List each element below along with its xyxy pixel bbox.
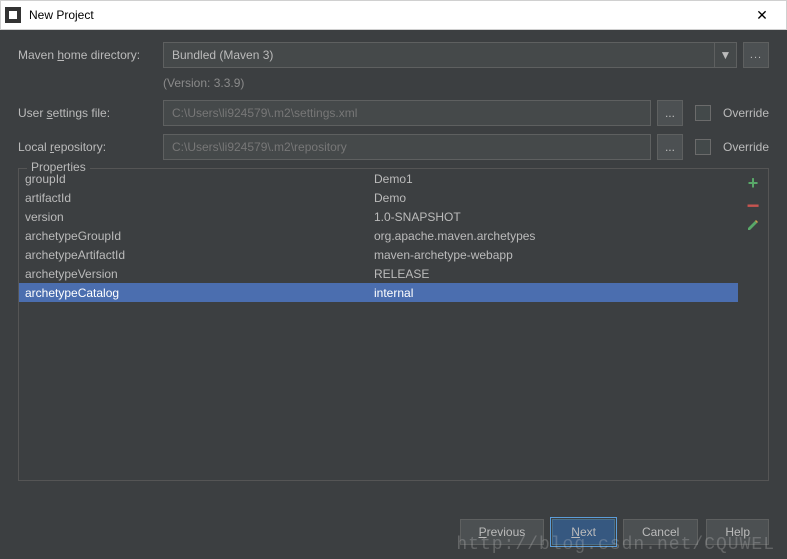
property-value: Demo [374,191,738,205]
next-button[interactable]: Next [552,519,615,545]
titlebar: New Project ✕ [0,0,787,30]
help-button[interactable]: Help [706,519,769,545]
previous-button[interactable]: Previous [460,519,545,545]
local-repo-label: Local repository: [18,140,163,154]
local-repo-override-label: Override [723,140,769,154]
table-row[interactable]: archetypeArtifactIdmaven-archetype-webap… [19,245,738,264]
edit-property-button[interactable] [746,218,760,235]
properties-legend: Properties [27,160,90,174]
app-icon [5,7,21,23]
property-value: maven-archetype-webapp [374,248,738,262]
close-button[interactable]: ✕ [742,1,782,29]
maven-version-label: (Version: 3.3.9) [18,76,769,90]
properties-empty-space [19,302,768,480]
local-repo-input[interactable]: C:\Users\li924579\.m2\repository [163,134,651,160]
property-key: archetypeVersion [19,267,374,281]
property-key: artifactId [19,191,374,205]
user-settings-value: C:\Users\li924579\.m2\settings.xml [172,106,357,120]
table-row[interactable]: artifactIdDemo [19,188,738,207]
maven-home-combo[interactable]: Bundled (Maven 3) ▼ [163,42,737,68]
user-settings-override-label: Override [723,106,769,120]
maven-home-label: Maven home directory: [18,48,163,62]
local-repo-value: C:\Users\li924579\.m2\repository [172,140,347,154]
properties-actions: + − [738,169,768,302]
cancel-button[interactable]: Cancel [623,519,698,545]
properties-panel: Properties groupIdDemo1artifactIdDemover… [18,168,769,481]
user-settings-input[interactable]: C:\Users\li924579\.m2\settings.xml [163,100,651,126]
user-settings-browse-button[interactable]: ... [657,100,683,126]
local-repo-browse-button[interactable]: ... [657,134,683,160]
properties-table[interactable]: groupIdDemo1artifactIdDemoversion1.0-SNA… [19,169,738,302]
maven-home-browse-button[interactable]: ... [743,42,769,68]
maven-home-value: Bundled (Maven 3) [164,48,714,62]
property-key: archetypeGroupId [19,229,374,243]
local-repo-row: Local repository: C:\Users\li924579\.m2\… [18,134,769,160]
table-row[interactable]: groupIdDemo1 [19,169,738,188]
property-key: archetypeCatalog [19,286,374,300]
user-settings-label: User settings file: [18,106,163,120]
property-value: 1.0-SNAPSHOT [374,210,738,224]
window-title: New Project [29,8,742,22]
property-value: Demo1 [374,172,738,186]
table-row[interactable]: archetypeGroupIdorg.apache.maven.archety… [19,226,738,245]
table-row[interactable]: archetypeVersionRELEASE [19,264,738,283]
property-value: org.apache.maven.archetypes [374,229,738,243]
button-bar: Previous Next Cancel Help [460,519,769,545]
table-row[interactable]: archetypeCataloginternal [19,283,738,302]
dialog-content: Maven home directory: Bundled (Maven 3) … [0,30,787,481]
property-value: internal [374,286,738,300]
remove-property-button[interactable]: − [747,200,760,212]
local-repo-override-checkbox[interactable] [695,139,711,155]
property-value: RELEASE [374,267,738,281]
table-row[interactable]: version1.0-SNAPSHOT [19,207,738,226]
user-settings-row: User settings file: C:\Users\li924579\.m… [18,100,769,126]
chevron-down-icon[interactable]: ▼ [714,43,736,67]
property-key: version [19,210,374,224]
user-settings-override-checkbox[interactable] [695,105,711,121]
add-property-button[interactable]: + [748,173,759,194]
maven-home-row: Maven home directory: Bundled (Maven 3) … [18,42,769,68]
property-key: archetypeArtifactId [19,248,374,262]
